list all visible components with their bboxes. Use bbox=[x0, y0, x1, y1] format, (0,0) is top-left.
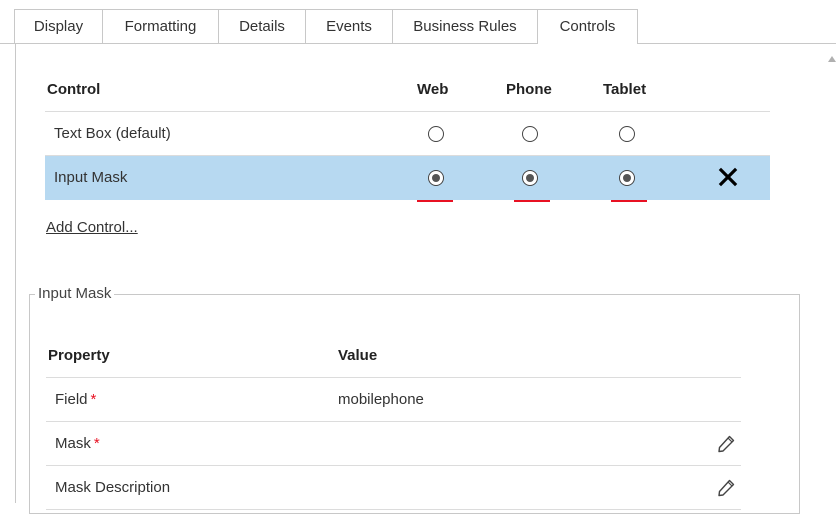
tab-formatting[interactable]: Formatting bbox=[102, 9, 219, 43]
pencil-icon[interactable] bbox=[716, 478, 736, 498]
tab-bar: Display Formatting Details Events Busine… bbox=[0, 0, 836, 44]
tablet-selection-underline bbox=[611, 200, 647, 202]
tablet-radio[interactable] bbox=[619, 170, 635, 186]
tab-business-rules[interactable]: Business Rules bbox=[392, 9, 538, 43]
phone-selection-underline bbox=[514, 200, 550, 202]
property-name: Field bbox=[55, 391, 88, 408]
tab-display[interactable]: Display bbox=[14, 9, 103, 43]
property-name-cell: Field * bbox=[55, 378, 96, 422]
column-header-value: Value bbox=[338, 347, 378, 364]
table-row[interactable]: Text Box (default) bbox=[45, 112, 770, 156]
input-mask-legend: Input Mask bbox=[35, 285, 115, 303]
properties-table-header: Property Value bbox=[46, 334, 741, 378]
pencil-icon[interactable] bbox=[716, 434, 736, 454]
property-name-cell: Mask * bbox=[55, 422, 100, 466]
control-name: Text Box (default) bbox=[54, 125, 171, 142]
column-header-control: Control bbox=[47, 81, 101, 98]
add-control-link[interactable]: Add Control... bbox=[46, 219, 138, 236]
phone-radio[interactable] bbox=[522, 170, 538, 186]
phone-radio[interactable] bbox=[522, 126, 538, 142]
table-row[interactable]: Mask * bbox=[46, 422, 741, 466]
property-name: Mask bbox=[55, 435, 91, 452]
column-header-phone: Phone bbox=[506, 81, 552, 98]
column-header-web: Web bbox=[417, 81, 449, 98]
web-selection-underline bbox=[417, 200, 453, 202]
column-header-property: Property bbox=[48, 347, 110, 364]
table-row[interactable]: Field * mobilephone bbox=[46, 378, 741, 422]
web-radio[interactable] bbox=[428, 170, 444, 186]
tablet-radio[interactable] bbox=[619, 126, 635, 142]
control-name: Input Mask bbox=[54, 169, 128, 186]
column-header-tablet: Tablet bbox=[603, 81, 647, 98]
property-name: Mask Description bbox=[55, 479, 171, 496]
required-asterisk: * bbox=[93, 435, 100, 452]
required-asterisk: * bbox=[90, 391, 97, 408]
controls-table-header: Control Web Phone Tablet bbox=[45, 68, 770, 112]
table-row-selected[interactable]: Input Mask bbox=[45, 156, 770, 200]
web-radio[interactable] bbox=[428, 126, 444, 142]
scroll-up-arrow-icon[interactable] bbox=[828, 56, 836, 62]
table-row[interactable]: Mask Description bbox=[46, 466, 741, 510]
remove-control-icon[interactable] bbox=[718, 167, 738, 187]
tab-details[interactable]: Details bbox=[218, 9, 306, 43]
tab-events[interactable]: Events bbox=[305, 9, 393, 43]
property-value: mobilephone bbox=[338, 391, 424, 408]
tab-controls[interactable]: Controls bbox=[537, 9, 638, 44]
